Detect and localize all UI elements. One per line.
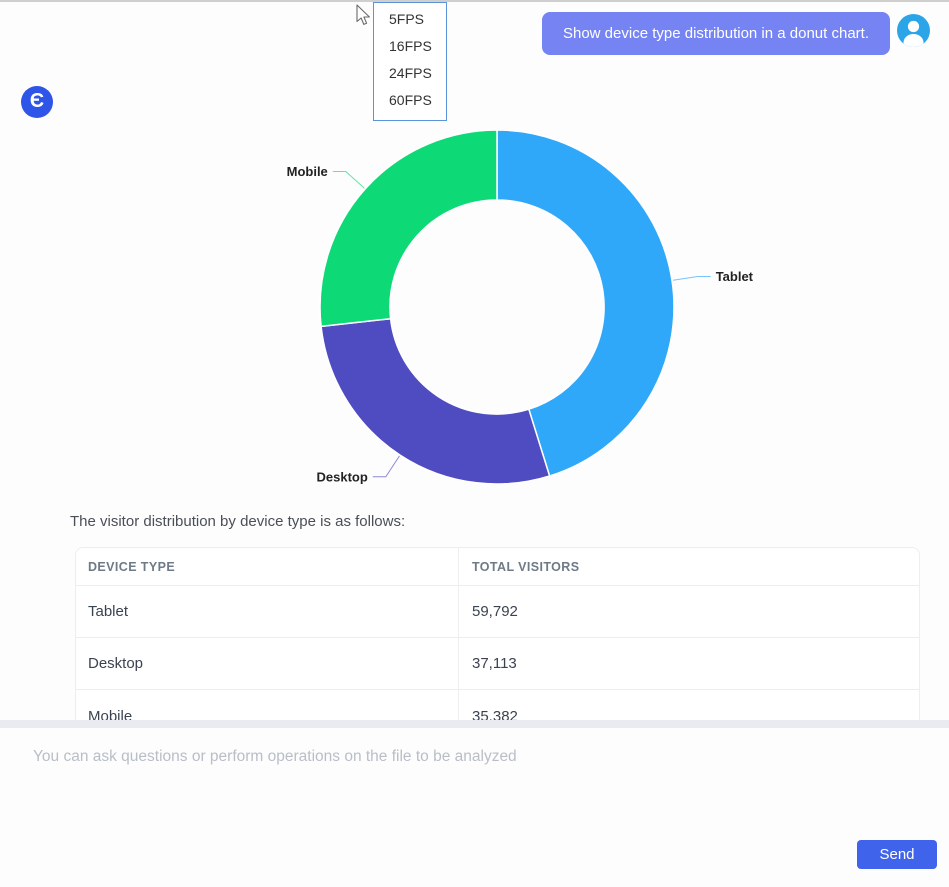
table-body: Tablet59,792Desktop37,113Mobile35,382 [76,586,919,720]
cell-total-visitors: 35,382 [459,690,919,720]
fps-menu-item-16fps[interactable]: 16FPS [374,33,446,60]
message-input[interactable] [33,748,913,838]
donut-chart[interactable]: Tablet Desktop Mobile [0,2,949,522]
send-button[interactable]: Send [857,840,937,869]
fps-dropdown-menu: 5FPS16FPS24FPS60FPS [373,2,447,121]
donut-slice-desktop[interactable] [321,319,549,484]
cell-device-type: Tablet [76,586,459,637]
cell-total-visitors: 59,792 [459,586,919,637]
slice-label-desktop: Desktop [317,469,368,484]
cell-device-type: Desktop [76,638,459,689]
chat-scroll-area[interactable]: Є Show device type distribution in a don… [0,2,949,720]
composer-divider [0,720,949,728]
table-row-desktop: Desktop37,113 [76,638,919,690]
device-table: DEVICE TYPE TOTAL VISITORS Tablet59,792D… [75,547,920,720]
table-row-tablet: Tablet59,792 [76,586,919,638]
donut-slice-mobile[interactable] [320,130,497,326]
table-header-device-type: DEVICE TYPE [76,548,459,585]
label-line-desktop [373,456,400,477]
cell-total-visitors: 37,113 [459,638,919,689]
table-header-row: DEVICE TYPE TOTAL VISITORS [76,548,919,586]
fps-menu-item-24fps[interactable]: 24FPS [374,60,446,87]
label-line-mobile [333,172,365,189]
label-line-tablet [673,277,711,281]
fps-menu-item-5fps[interactable]: 5FPS [374,6,446,33]
fps-menu-item-60fps[interactable]: 60FPS [374,87,446,114]
slice-label-tablet: Tablet [716,269,754,284]
slice-label-mobile: Mobile [287,164,328,179]
table-row-mobile: Mobile35,382 [76,690,919,720]
app-window: Є Show device type distribution in a don… [0,0,949,887]
composer-panel: Send [0,728,949,887]
table-header-total-visitors: TOTAL VISITORS [459,548,919,585]
cell-device-type: Mobile [76,690,459,720]
